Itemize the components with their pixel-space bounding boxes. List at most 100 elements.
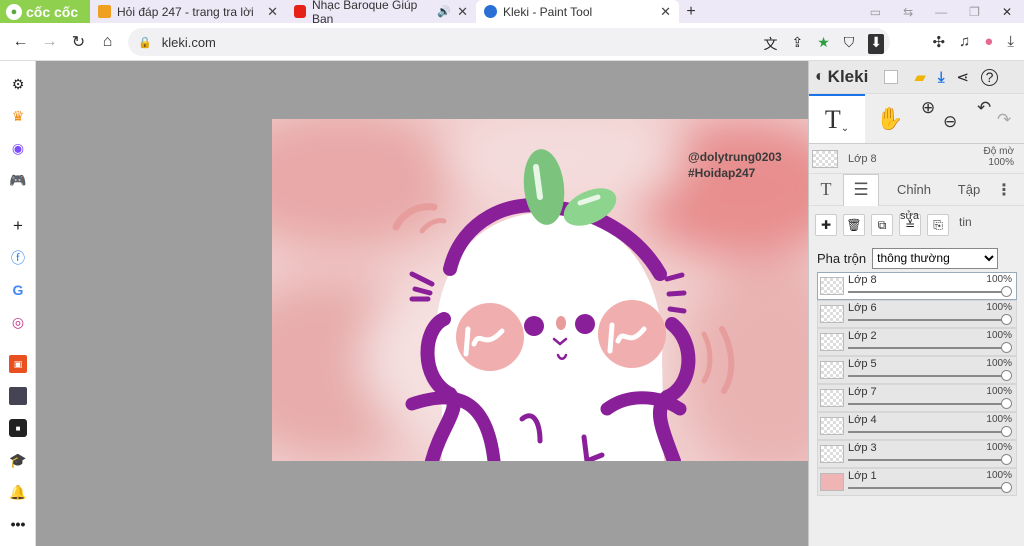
drawing-canvas[interactable]: @dolytrung0203 #Hoidap247 bbox=[272, 119, 808, 461]
layer-thumbnail bbox=[820, 361, 844, 379]
shopee-icon[interactable]: ▣ bbox=[9, 355, 27, 373]
layer-item[interactable]: Lớp 4 100% bbox=[817, 412, 1017, 440]
google-icon[interactable]: G bbox=[9, 281, 27, 299]
slider-knob[interactable] bbox=[1001, 370, 1012, 381]
crown-icon[interactable]: ♛ bbox=[9, 107, 27, 125]
graduation-cap-icon[interactable]: 🎓 bbox=[9, 451, 27, 469]
profile-avatar-icon[interactable]: ● bbox=[984, 33, 993, 51]
instagram-icon[interactable]: ◎ bbox=[9, 313, 27, 331]
layer-item[interactable]: Lớp 1 100% bbox=[817, 468, 1017, 496]
layer-thumbnail bbox=[820, 333, 844, 351]
layer-opacity-slider[interactable] bbox=[848, 487, 1006, 489]
more-dots-icon[interactable]: ••• bbox=[9, 515, 27, 533]
kleki-workspace[interactable]: @dolytrung0203 #Hoidap247 bbox=[36, 61, 808, 546]
duplicate-layer-icon[interactable]: ⧉ bbox=[871, 214, 893, 236]
panel-tabs: T ☰ Chỉnh Tập ⋮ bbox=[809, 173, 1024, 206]
tab-file[interactable]: Tập bbox=[949, 174, 989, 206]
layer-item[interactable]: Lớp 3 100% bbox=[817, 440, 1017, 468]
close-tab-icon[interactable]: ✕ bbox=[660, 4, 671, 20]
layer-opacity: 100% bbox=[986, 274, 1012, 285]
close-window-icon[interactable]: ✕ bbox=[1002, 5, 1012, 19]
bell-icon[interactable]: 🔔 bbox=[9, 483, 27, 501]
rename-layer-icon[interactable]: ⎘ bbox=[927, 214, 949, 236]
layer-opacity-slider[interactable] bbox=[848, 319, 1006, 321]
tab-hoidap247[interactable]: Hỏi đáp 247 - trang tra lời ✕ bbox=[90, 0, 286, 23]
back-history-icon[interactable]: ⇆ bbox=[903, 5, 913, 19]
tab-youtube[interactable]: Nhạc Baroque Giúp Bạn 🔊 ✕ bbox=[286, 0, 476, 26]
close-tab-icon[interactable]: ✕ bbox=[457, 4, 468, 20]
redo-icon[interactable]: ↷ bbox=[997, 110, 1011, 130]
home-icon[interactable]: ⌂ bbox=[93, 33, 122, 51]
blend-mode-select[interactable]: thông thường bbox=[872, 247, 999, 269]
layer-item[interactable]: Lớp 5 100% bbox=[817, 356, 1017, 384]
tab-edit[interactable]: Chỉnh bbox=[879, 174, 949, 206]
tab-kleki[interactable]: Kleki - Paint Tool ✕ bbox=[476, 0, 679, 23]
bookmark-star-icon[interactable]: ★ bbox=[817, 34, 830, 54]
browser-tab-bar: ● cốc cốc Hỏi đáp 247 - trang tra lời ✕ … bbox=[0, 0, 1024, 26]
slider-knob[interactable] bbox=[1001, 342, 1012, 353]
slider-knob[interactable] bbox=[1001, 482, 1012, 493]
opacity-label: Độ mờ bbox=[983, 146, 1014, 157]
zoom-in-icon[interactable]: ⊕ bbox=[921, 98, 935, 118]
download-video-icon[interactable]: ⬇ bbox=[868, 34, 884, 54]
speaker-icon[interactable]: 🔊 bbox=[437, 5, 451, 18]
more-vertical-icon[interactable]: ⋮ bbox=[989, 174, 1019, 206]
opacity-value: 100% bbox=[988, 157, 1014, 168]
layer-opacity-slider[interactable] bbox=[848, 347, 1006, 349]
slider-knob[interactable] bbox=[1001, 314, 1012, 325]
layer-opacity-slider[interactable] bbox=[848, 403, 1006, 405]
tab-layers-icon[interactable]: ☰ bbox=[843, 173, 879, 206]
downloads-icon[interactable]: ⤓ bbox=[1007, 33, 1014, 51]
reload-icon[interactable]: ↻ bbox=[64, 32, 93, 52]
layer-item[interactable]: Lớp 8 100% bbox=[817, 272, 1017, 300]
layer-opacity-slider[interactable] bbox=[848, 459, 1006, 461]
share-icon[interactable]: ⋖ bbox=[957, 68, 970, 86]
slider-knob[interactable] bbox=[1001, 398, 1012, 409]
tab-text-icon[interactable]: T bbox=[809, 174, 843, 206]
site-info-icon[interactable]: 🔒 bbox=[138, 36, 152, 49]
browser-brand[interactable]: ● cốc cốc bbox=[0, 0, 90, 23]
delete-layer-icon[interactable]: 🗑 bbox=[843, 214, 865, 236]
slider-knob[interactable] bbox=[1001, 426, 1012, 437]
extensions-puzzle-icon[interactable]: ✣ bbox=[932, 33, 945, 51]
close-tab-icon[interactable]: ✕ bbox=[267, 4, 278, 20]
share-icon[interactable]: ⇪ bbox=[791, 34, 803, 54]
messenger-icon[interactable]: ◉ bbox=[9, 139, 27, 157]
hand-tool-icon[interactable]: ✋ bbox=[865, 94, 915, 143]
add-layer-icon[interactable]: ✚ bbox=[815, 214, 837, 236]
save-download-icon[interactable]: ⤓ bbox=[938, 69, 945, 86]
layer-opacity: 100% bbox=[986, 470, 1012, 481]
open-folder-icon[interactable]: ▰ bbox=[914, 68, 926, 86]
gamepad-icon[interactable]: 🎮 bbox=[9, 171, 27, 189]
forward-arrow-icon[interactable]: → bbox=[35, 33, 64, 51]
layer-item[interactable]: Lớp 7 100% bbox=[817, 384, 1017, 412]
shield-icon[interactable]: ⛉ bbox=[844, 34, 855, 54]
layer-item[interactable]: Lớp 2 100% bbox=[817, 328, 1017, 356]
kleki-logo: ◐ Kleki bbox=[815, 67, 868, 87]
help-icon[interactable]: ? bbox=[981, 68, 999, 86]
layer-opacity: 100% bbox=[986, 386, 1012, 397]
undo-icon[interactable]: ↶ bbox=[977, 98, 991, 118]
add-sidebar-icon[interactable]: + bbox=[9, 216, 27, 235]
zoom-out-icon[interactable]: ⊖ bbox=[943, 112, 957, 132]
text-tool-button[interactable]: T ⌄ bbox=[809, 94, 865, 143]
music-icon[interactable]: ♫ bbox=[959, 33, 970, 51]
new-tab-button[interactable]: + bbox=[679, 0, 703, 23]
game-app-icon[interactable] bbox=[9, 387, 27, 405]
translate-icon[interactable]: 文 bbox=[763, 34, 777, 54]
new-image-icon[interactable] bbox=[884, 70, 899, 84]
slider-knob[interactable] bbox=[1001, 286, 1012, 297]
slider-knob[interactable] bbox=[1001, 454, 1012, 465]
layer-opacity-slider[interactable] bbox=[848, 291, 1006, 293]
minimize-icon[interactable]: — bbox=[935, 5, 947, 19]
facebook-icon[interactable]: ⓕ bbox=[9, 249, 27, 267]
layer-item[interactable]: Lớp 6 100% bbox=[817, 300, 1017, 328]
layer-opacity-slider[interactable] bbox=[848, 375, 1006, 377]
news-app-icon[interactable]: ■ bbox=[9, 419, 27, 437]
layer-thumbnail bbox=[820, 445, 844, 463]
layer-opacity-slider[interactable] bbox=[848, 431, 1006, 433]
settings-gear-icon[interactable]: ⚙ bbox=[9, 75, 27, 93]
back-arrow-icon[interactable]: ← bbox=[6, 33, 35, 51]
restore-icon[interactable]: ❐ bbox=[969, 5, 980, 19]
screenshot-icon[interactable]: ▭ bbox=[870, 5, 881, 19]
